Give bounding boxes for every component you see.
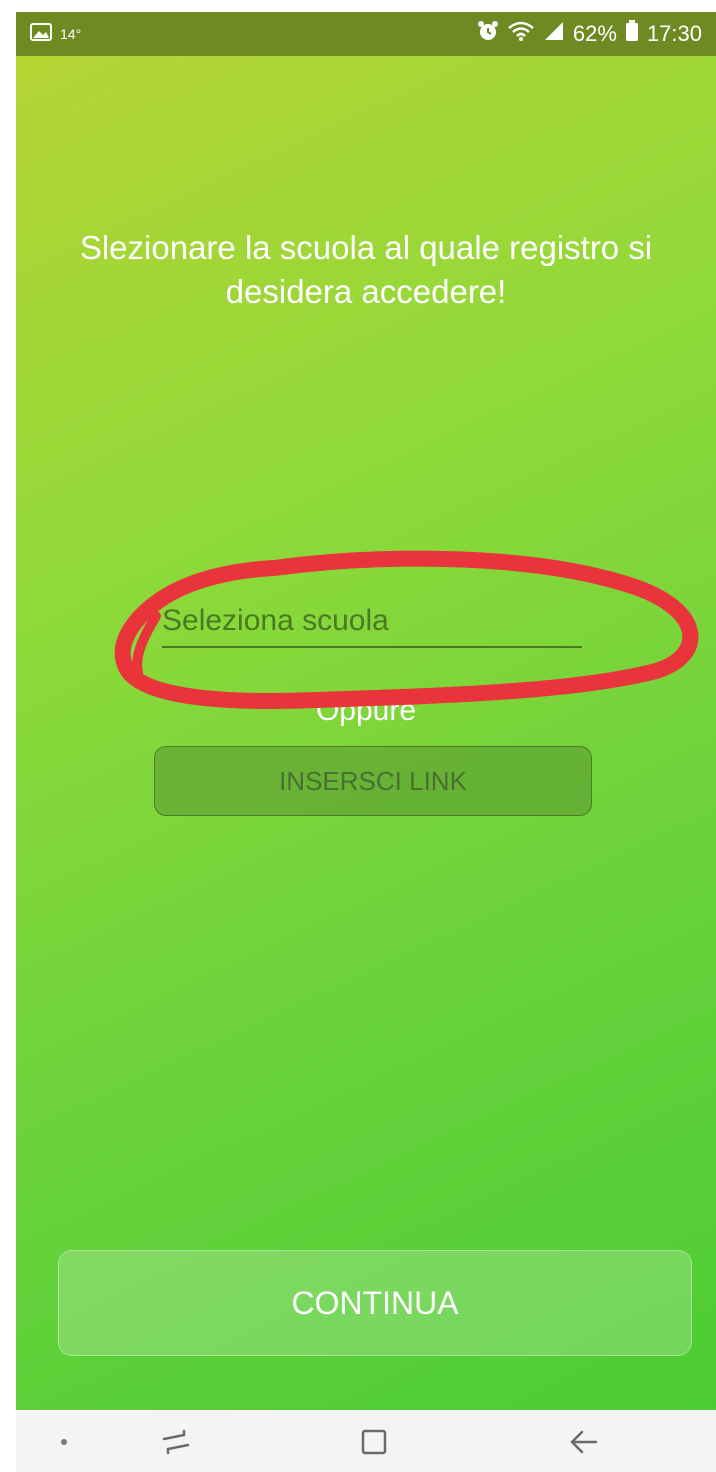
alarm-icon <box>477 20 499 48</box>
school-selection-screen: Slezionare la scuola al quale registro s… <box>16 56 716 1410</box>
insert-link-button[interactable]: INSERSCI LINK <box>154 746 592 816</box>
wifi-icon <box>507 20 535 48</box>
temperature-text: 14° <box>60 26 82 42</box>
oppure-text: Oppure <box>315 694 417 727</box>
device-screen: 14° 62% 17:30 Slezionare la scuola al qu… <box>16 12 716 1472</box>
back-icon[interactable] <box>564 1422 604 1462</box>
battery-icon <box>625 20 639 48</box>
status-bar-left: 14° <box>30 21 81 47</box>
battery-percent: 62% <box>572 21 617 46</box>
continue-button[interactable]: CONTINUA <box>58 1250 692 1356</box>
status-bar-right: 62% 17:30 <box>477 20 702 48</box>
clock-time: 17:30 <box>646 21 702 46</box>
image-icon <box>30 21 52 47</box>
recent-apps-icon[interactable] <box>156 1422 196 1462</box>
navigation-bar <box>16 1410 716 1472</box>
dot-icon <box>44 1422 84 1462</box>
status-bar: 14° 62% 17:30 <box>16 12 716 56</box>
prompt-text: Slezionare la scuola al quale registro s… <box>79 229 653 310</box>
home-icon[interactable] <box>354 1422 394 1462</box>
school-select-input[interactable] <box>162 596 582 648</box>
phone-screenshot: 14° 62% 17:30 Slezionare la scuola al qu… <box>0 0 716 1472</box>
signal-icon <box>543 20 565 48</box>
